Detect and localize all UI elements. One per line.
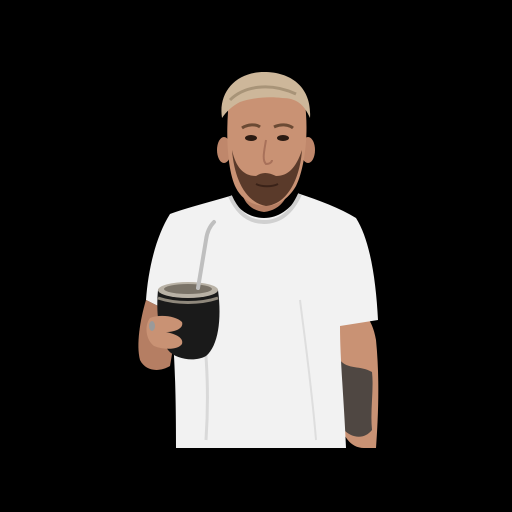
person-illustration <box>0 0 512 512</box>
mate-rim-inner <box>164 284 212 294</box>
left-eye <box>245 135 257 141</box>
ring <box>149 321 155 331</box>
right-eye <box>277 135 289 141</box>
photo-scene <box>0 0 512 512</box>
